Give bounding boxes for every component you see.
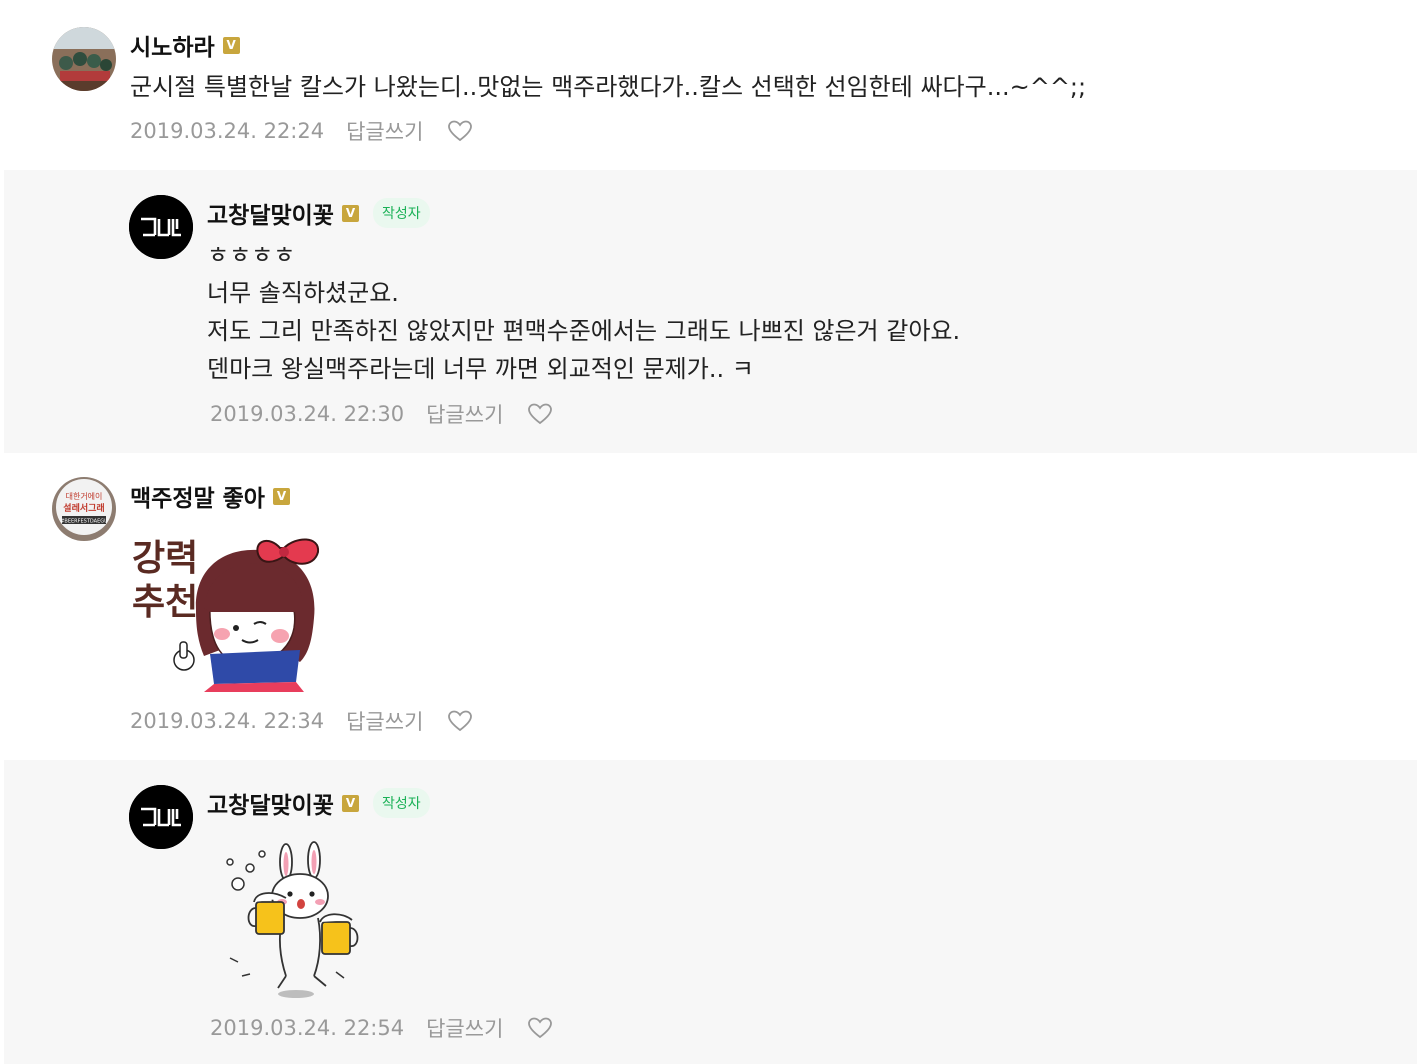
author-name[interactable]: 시노하라	[130, 28, 215, 62]
author-tag: 작성자	[372, 198, 430, 228]
user-avatar[interactable]: 대한거에이 설레서그래 #BEERFESTDAEGU	[52, 477, 116, 541]
comment-date: 2019.03.24. 22:54	[210, 1016, 405, 1040]
sticker-text-1: 강력	[132, 538, 198, 579]
avatar-logo-gdl	[129, 195, 193, 259]
heart-icon[interactable]	[527, 1016, 553, 1040]
reply-button[interactable]: 답글쓰기	[426, 1013, 503, 1043]
user-avatar[interactable]	[52, 27, 116, 91]
comment-line-3: 저도 그리 만족하진 않았지만 편맥수준에서는 그래도 나쁘진 않은거 같아요.	[207, 317, 961, 345]
avatar-text-3: #BEERFESTDAEGU	[60, 519, 108, 525]
comment-text: 군시절 특별한날 칼스가 나왔는디..맛없는 맥주라했다가..칼스 선택한 선임…	[130, 73, 1087, 101]
heart-icon[interactable]	[527, 402, 553, 426]
comment-meta: 2019.03.24. 22:30 답글쓰기	[210, 399, 553, 429]
author-row: 맥주정말 좋아 V	[130, 479, 290, 513]
avatar-text-1: 대한거에이	[66, 491, 103, 501]
comment-meta: 2019.03.24. 22:24 답글쓰기	[130, 116, 473, 146]
reply-button[interactable]: 답글쓰기	[346, 116, 423, 146]
comment-date: 2019.03.24. 22:24	[130, 119, 325, 143]
comment-line-4: 덴마크 왕실맥주라는데 너무 까면 외교적인 문제가.. ㅋ	[207, 355, 754, 383]
comment-meta: 2019.03.24. 22:54 답글쓰기	[210, 1013, 553, 1043]
author-row: 시노하라 V	[130, 28, 240, 62]
reply-button[interactable]: 답글쓰기	[346, 706, 423, 736]
author-name[interactable]: 고창달맞이꽃	[207, 196, 334, 230]
sticker-bunny-beer	[216, 838, 376, 998]
author-avatar[interactable]	[129, 785, 193, 849]
author-avatar[interactable]	[129, 195, 193, 259]
author-row: 고창달맞이꽃 V 작성자	[207, 196, 430, 230]
heart-icon[interactable]	[447, 119, 473, 143]
verified-badge-icon: V	[222, 36, 240, 54]
comment-date: 2019.03.24. 22:34	[130, 709, 325, 733]
comment-2-reply: 고창달맞이꽃 V 작성자 ㅎㅎㅎㅎ 너무 솔직하셨군요. 저도 그리 만족하진 …	[4, 170, 1417, 453]
reply-button[interactable]: 답글쓰기	[426, 399, 503, 429]
author-tag: 작성자	[372, 788, 430, 818]
verified-badge-icon: V	[341, 794, 359, 812]
comment-line-2: 너무 솔직하셨군요.	[207, 279, 399, 307]
sticker-recommend: 강력 추천	[130, 532, 330, 697]
author-row: 고창달맞이꽃 V 작성자	[207, 786, 430, 820]
comment-date: 2019.03.24. 22:30	[210, 402, 405, 426]
comment-line-1: ㅎㅎㅎㅎ	[207, 241, 296, 269]
verified-badge-icon: V	[341, 204, 359, 222]
avatar-text-2: 설레서그래	[63, 502, 104, 514]
comment-3: 대한거에이 설레서그래 #BEERFESTDAEGU 맥주정말 좋아 V 강력 …	[0, 455, 1417, 758]
comment-1: 시노하라 V 군시절 특별한날 칼스가 나왔는디..맛없는 맥주라했다가..칼스…	[0, 0, 1417, 168]
sticker-text-2: 추천	[132, 582, 198, 623]
comment-meta: 2019.03.24. 22:34 답글쓰기	[130, 706, 473, 736]
verified-badge-icon: V	[272, 487, 290, 505]
author-name[interactable]: 고창달맞이꽃	[207, 786, 334, 820]
avatar-logo-gdl	[129, 785, 193, 849]
author-name[interactable]: 맥주정말 좋아	[130, 479, 265, 513]
comment-4-reply: 고창달맞이꽃 V 작성자 2019.03.24. 22:54 답글쓰기	[4, 760, 1417, 1064]
heart-icon[interactable]	[447, 709, 473, 733]
